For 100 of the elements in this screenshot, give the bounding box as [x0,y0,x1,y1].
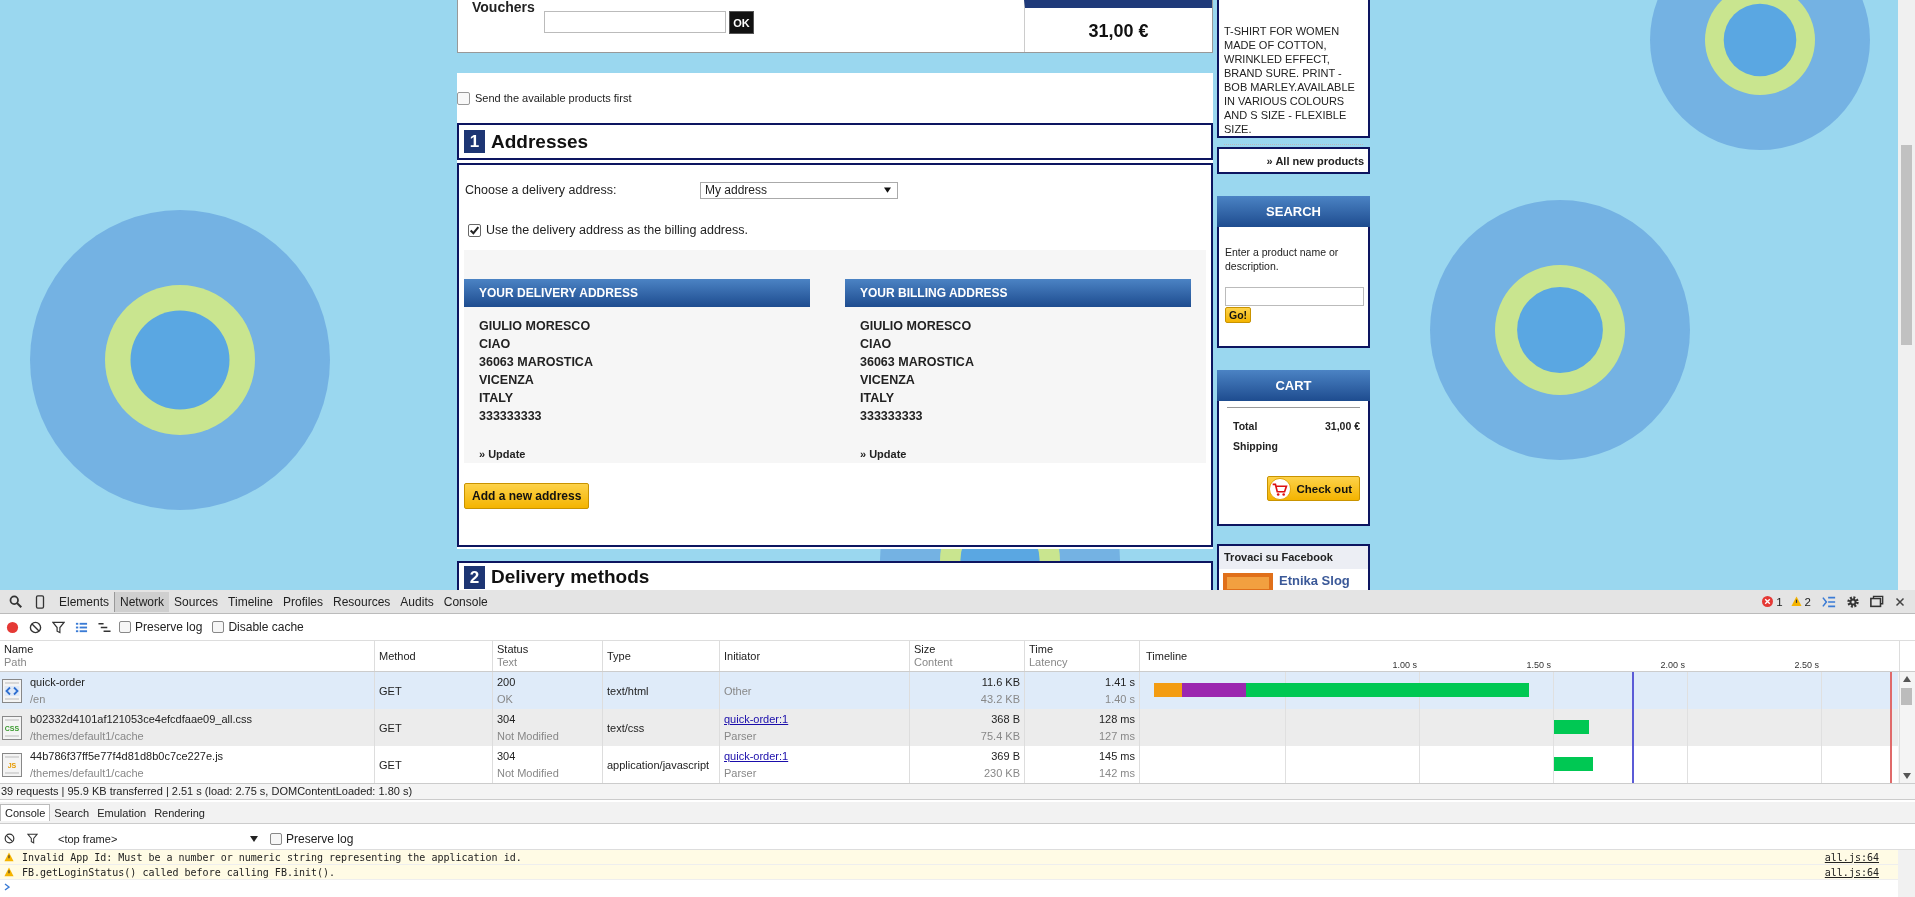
request-path: /en [30,692,46,706]
overview-icon[interactable] [98,620,111,634]
settings-icon[interactable] [1846,594,1860,609]
initiator-detail: Parser [724,729,757,743]
table-cell: 1.41 s [1105,675,1135,689]
status-summary: 39 requests | 95.9 KB transferred | 2.51 s (load: 2.75 s, DOMContentLoaded: 1.80 s) [0,784,1915,800]
column-header[interactable]: Type [603,641,720,671]
scroll-thumb[interactable] [1901,145,1912,345]
status-text: OK [497,692,513,706]
tick-label: 1.00 s [1392,660,1417,670]
search-icon[interactable] [9,594,23,609]
warning-icon [1790,596,1802,607]
status-code: 304 [497,749,516,763]
caret-icon [250,835,258,842]
table-cell: GET [379,758,402,771]
column-header[interactable]: Size Content [910,641,1025,671]
table-cell: 142 ms [1098,766,1135,780]
filter-icon[interactable] [27,833,38,844]
scrollbar[interactable] [1898,0,1915,590]
request-row[interactable]: quick-order /en GET 200 OK text/html Other 11.6 KB 43.2 KB 1.41 s 1.40 s [0,672,1898,709]
column-header[interactable]: Method [375,641,493,671]
scrollbar[interactable] [1898,672,1915,783]
devtools-tab[interactable]: Elements [54,591,115,612]
request-path: /themes/default1/cache [30,766,144,780]
scroll-down-icon[interactable] [1902,773,1911,779]
source-link[interactable]: all.js:64 [1824,866,1879,878]
context-select[interactable]: <top frame> [50,832,264,845]
checkbox[interactable] [270,832,282,845]
error-icon [1762,596,1774,607]
request-name: 44b786f37ff5e77f4d81d8b0c7ce227e.js [30,749,224,763]
phone-icon[interactable] [33,594,47,609]
devtools-tab[interactable]: Network [114,591,170,612]
large-rows-icon[interactable] [75,620,88,634]
checkbox-label: Disable cache [228,620,304,634]
warning-count: 2 [1804,595,1811,608]
table-cell: 1.40 s [1105,692,1135,706]
drawer-tab[interactable]: Console [0,804,51,821]
table-cell: 145 ms [1098,749,1135,763]
drawer-tab[interactable]: Emulation [93,804,151,821]
scroll-up-icon[interactable] [1902,676,1911,682]
record-icon[interactable] [6,620,19,634]
devtools-tab[interactable]: Profiles [278,591,328,612]
clear-icon[interactable] [29,620,42,634]
table-cell: 368 B [991,712,1020,726]
table-cell: text/html [607,684,649,697]
initiator-detail: Parser [724,766,757,780]
close-icon[interactable] [1895,596,1905,607]
drawer-tab[interactable]: Search [50,804,94,821]
checkbox-label: Preserve log [135,620,203,634]
initiator-link[interactable]: quick-order:1 [724,749,789,763]
console-message: Invalid App Id: Must be a number or numeric string representing the application id. [21,851,523,863]
table-cell: 369 B [991,749,1020,763]
checkbox[interactable] [212,621,225,633]
table-cell: 11.6 KB [981,675,1020,689]
source-link[interactable]: all.js:64 [1824,851,1879,863]
devtools-tab[interactable]: Audits [395,591,439,612]
table-cell: application/javascript [607,758,710,771]
request-name: b02332d4101af121053ce4efcdfaae09_all.css [30,712,253,726]
scroll-thumb[interactable] [1901,688,1912,705]
column-header[interactable]: Name Path [0,641,375,671]
waterfall-bar [1554,720,1589,734]
request-path: /themes/default1/cache [30,729,144,743]
checkbox-label: Preserve log [286,831,354,846]
table-cell: text/css [607,721,645,734]
console-message: FB.getLoginStatus() called before calling FB.init(). [21,866,337,878]
tick-label: 2.00 s [1660,660,1685,670]
dock-icon[interactable] [1870,594,1884,609]
column-header[interactable]: Status Text [493,641,603,671]
clear-icon[interactable] [4,833,15,844]
column-header[interactable]: Initiator [720,641,910,671]
table-cell: Other [724,684,752,697]
table-cell: 43.2 KB [980,692,1020,706]
prompt-icon[interactable] [4,883,10,891]
devtools-tab[interactable]: Console [438,591,493,612]
console-drawer-icon[interactable] [1822,594,1836,609]
waterfall-bar [1554,757,1593,771]
status-code: 304 [497,712,516,726]
html-file-icon [2,678,22,703]
status-text: Not Modified [497,766,559,780]
devtools-tab[interactable]: Sources [169,591,224,612]
checkbox[interactable] [119,621,131,633]
status-text: Not Modified [497,729,559,743]
filter-icon[interactable] [52,620,65,634]
table-cell: 75.4 KB [980,729,1020,743]
scrollbar[interactable] [1898,850,1915,897]
devtools-tab[interactable]: Resources [328,591,396,612]
table-cell: 128 ms [1098,712,1135,726]
table-cell: 127 ms [1098,729,1135,743]
tick-label: 2.50 s [1794,660,1819,670]
table-cell: GET [379,684,402,697]
column-header[interactable]: Time Latency [1025,641,1140,671]
table-cell: 230 KB [983,766,1020,780]
devtools-tab[interactable]: Timeline [223,591,278,612]
request-name: quick-order [30,675,86,689]
initiator-link[interactable]: quick-order:1 [724,712,789,726]
drawer-tab[interactable]: Rendering [150,804,209,821]
table-cell: GET [379,721,402,734]
tick-label: 1.50 s [1526,660,1551,670]
status-code: 200 [497,675,516,689]
error-count: 1 [1776,595,1783,608]
